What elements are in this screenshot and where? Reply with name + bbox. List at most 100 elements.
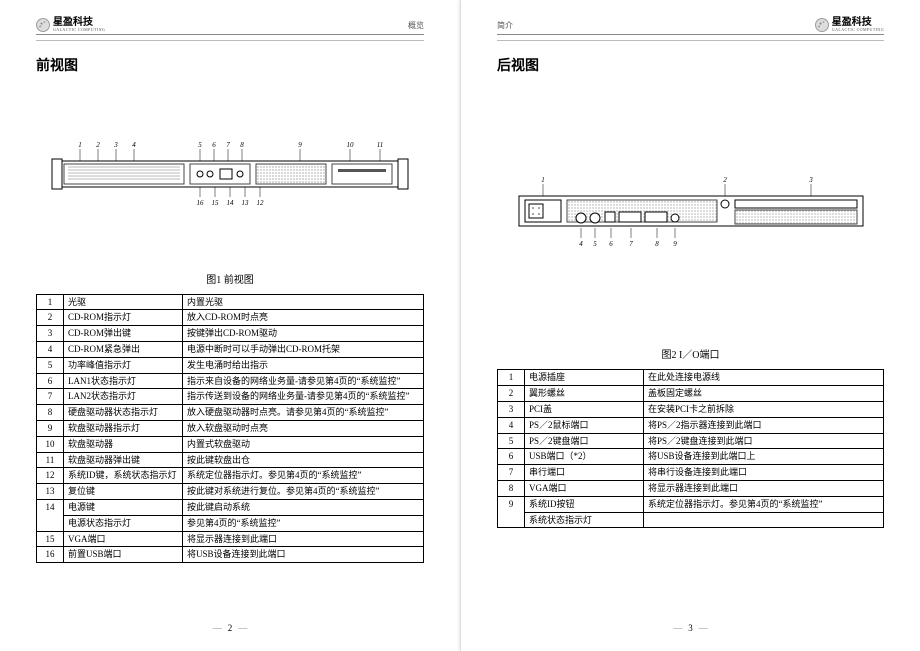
row-index: 8 [498, 480, 525, 496]
row-desc: 将PS／2指示器连接到此端口 [644, 417, 884, 433]
callout-number: 2 [723, 176, 727, 184]
row-index: 13 [37, 484, 64, 500]
row-desc: 指示来自设备的网络业务量-请参见第4页的“系统监控” [183, 373, 424, 389]
table-row: 电源状态指示灯参见第4页的“系统监控” [37, 515, 424, 531]
row-desc: 放入CD-ROM时点亮 [183, 310, 424, 326]
front-view-table: 1光驱内置光驱2CD-ROM指示灯放入CD-ROM时点亮3CD-ROM弹出键按键… [36, 294, 424, 564]
row-name: LAN2状态指示灯 [64, 389, 183, 405]
row-desc: 将PS／2键盘连接到此端口 [644, 433, 884, 449]
table-row: 15VGA端口将显示器连接到此端口 [37, 531, 424, 547]
callout-number: 7 [629, 240, 633, 248]
row-name: 光驱 [64, 294, 183, 310]
row-index: 2 [498, 386, 525, 402]
logo-icon [36, 18, 50, 32]
row-desc: 按此键启动系统 [183, 499, 424, 515]
rear-view-caption: 图2 I／O端口 [497, 346, 884, 361]
callout-number: 6 [212, 141, 216, 149]
page-header: 简介 星盈科技 GALACTIC COMPUTING [497, 18, 884, 35]
callout-number: 5 [593, 240, 597, 248]
row-desc: 将串行设备连接到此端口 [644, 465, 884, 481]
row-index: 1 [37, 294, 64, 310]
row-name: 电源插座 [525, 370, 644, 386]
row-desc: 在此处连接电源线 [644, 370, 884, 386]
row-index: 5 [37, 357, 64, 373]
table-row: 1光驱内置光驱 [37, 294, 424, 310]
table-row: 14电源键按此键启动系统 [37, 499, 424, 515]
row-index: 8 [37, 405, 64, 421]
row-desc [644, 512, 884, 528]
row-name: 前置USB端口 [64, 547, 183, 563]
row-desc: 将显示器连接到此端口 [183, 531, 424, 547]
callout-number: 7 [226, 141, 230, 149]
table-row: 16前置USB端口将USB设备连接到此端口 [37, 547, 424, 563]
table-row: 11软盘驱动器弹出键按此键软盘出仓 [37, 452, 424, 468]
callout-number: 12 [257, 199, 265, 207]
row-desc: 内置式软盘驱动 [183, 436, 424, 452]
row-index: 9 [498, 496, 525, 528]
table-row: 4CD-ROM紧急弹出电源中断时可以手动弹出CD-ROM托架 [37, 342, 424, 358]
callout-number: 10 [347, 141, 355, 149]
table-row: 8硬盘驱动器状态指示灯放入硬盘驱动器时点亮。请参见第4页的“系统监控” [37, 405, 424, 421]
row-name: 软盘驱动器弹出键 [64, 452, 183, 468]
row-desc: 将USB设备连接到此端口上 [644, 449, 884, 465]
table-row: 2翼形螺丝盖板固定螺丝 [498, 386, 884, 402]
row-index: 7 [37, 389, 64, 405]
brand-name-en: GALACTIC COMPUTING [53, 28, 105, 32]
row-desc: 按键弹出CD-ROM驱动 [183, 326, 424, 342]
row-name: 翼形螺丝 [525, 386, 644, 402]
row-name: 软盘驱动器指示灯 [64, 421, 183, 437]
brand-name-en: GALACTIC COMPUTING [832, 28, 884, 32]
row-desc: 系统定位器指示灯。参见第4页的“系统监控” [183, 468, 424, 484]
row-index: 15 [37, 531, 64, 547]
row-name: 电源键 [64, 499, 183, 515]
row-desc: 发生电涌时给出指示 [183, 357, 424, 373]
row-index: 2 [37, 310, 64, 326]
front-view-figure: 1234567891011 1 [48, 137, 412, 211]
table-row: 3PCI盖在安装PCI卡之前拆除 [498, 401, 884, 417]
row-name: USB端口（*2） [525, 449, 644, 465]
table-row: 9软盘驱动器指示灯放入软盘驱动时点亮 [37, 421, 424, 437]
row-index: 12 [37, 468, 64, 484]
row-name: 复位键 [64, 484, 183, 500]
row-desc: 按此键对系统进行复位。参见第4页的“系统监控” [183, 484, 424, 500]
header-section-label: 简介 [497, 20, 513, 31]
callout-number: 5 [198, 141, 202, 149]
front-view-caption: 图1 前视图 [36, 271, 424, 286]
table-row: 10软盘驱动器内置式软盘驱动 [37, 436, 424, 452]
callout-number: 3 [113, 141, 118, 149]
row-desc: 将显示器连接到此端口 [644, 480, 884, 496]
row-name: 软盘驱动器 [64, 436, 183, 452]
row-desc: 指示传送到设备的网络业务量-请参见第4页的“系统监控” [183, 389, 424, 405]
rear-view-table: 1电源插座在此处连接电源线2翼形螺丝盖板固定螺丝3PCI盖在安装PCI卡之前拆除… [497, 369, 884, 528]
row-name: 串行端口 [525, 465, 644, 481]
right-page: 简介 星盈科技 GALACTIC COMPUTING 后视图 123 [460, 0, 920, 651]
row-name: 系统ID键，系统状态指示灯 [64, 468, 183, 484]
callout-number: 4 [132, 141, 136, 149]
page-spread: 星盈科技 GALACTIC COMPUTING 概览 前视图 123456789… [0, 0, 920, 651]
row-desc: 系统定位器指示灯。参见第4页的“系统监控” [644, 496, 884, 512]
callout-number: 1 [541, 176, 545, 184]
row-desc: 盖板固定螺丝 [644, 386, 884, 402]
row-name: CD-ROM弹出键 [64, 326, 183, 342]
callout-number: 15 [212, 199, 220, 207]
row-name: CD-ROM指示灯 [64, 310, 183, 326]
row-name: PS／2鼠标端口 [525, 417, 644, 433]
row-desc: 内置光驱 [183, 294, 424, 310]
row-index: 7 [498, 465, 525, 481]
page-number: 3 [497, 617, 884, 633]
row-name: LAN1状态指示灯 [64, 373, 183, 389]
page-header: 星盈科技 GALACTIC COMPUTING 概览 [36, 18, 424, 35]
callout-number: 8 [240, 141, 244, 149]
logo-icon [815, 18, 829, 32]
row-index: 11 [37, 452, 64, 468]
callout-number: 1 [78, 141, 82, 149]
row-name: VGA端口 [525, 480, 644, 496]
table-row: 1电源插座在此处连接电源线 [498, 370, 884, 386]
row-name: 电源状态指示灯 [64, 515, 183, 531]
callout-number: 8 [655, 240, 659, 248]
row-index: 6 [498, 449, 525, 465]
header-section-label: 概览 [408, 20, 424, 31]
table-row: 4PS／2鼠标端口将PS／2指示器连接到此端口 [498, 417, 884, 433]
row-desc: 在安装PCI卡之前拆除 [644, 401, 884, 417]
row-index: 9 [37, 421, 64, 437]
